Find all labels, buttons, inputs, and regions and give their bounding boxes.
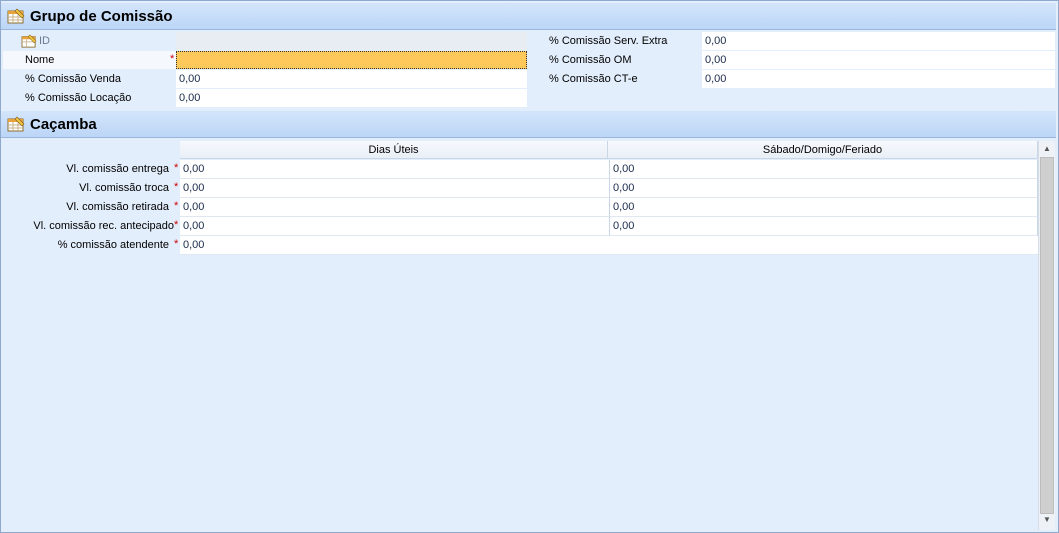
cte-label: % Comissão CT-e xyxy=(549,73,638,85)
cell-rec-antecipado-dias[interactable]: 0,00 xyxy=(180,217,610,236)
locacao-label: % Comissão Locação xyxy=(25,92,132,104)
cell-entrega-sabado[interactable]: 0,00 xyxy=(610,160,1038,179)
serv-extra-input[interactable]: 0,00 xyxy=(702,32,1055,50)
nome-input[interactable] xyxy=(176,51,527,69)
venda-input[interactable]: 0,00 xyxy=(176,70,527,88)
venda-label: % Comissão Venda xyxy=(25,73,121,85)
section-header-cacamba: Caçamba xyxy=(1,111,1056,138)
scrollbar-thumb[interactable] xyxy=(1040,157,1054,514)
cell-troca-sabado[interactable]: 0,00 xyxy=(610,179,1038,198)
row-label-rec-antecipado: Vl. comissão rec. antecipado xyxy=(33,220,174,232)
vertical-scrollbar[interactable]: ▲ ▼ xyxy=(1038,141,1055,530)
cell-rec-antecipado-sabado[interactable]: 0,00 xyxy=(610,217,1038,236)
table-edit-icon xyxy=(7,8,25,24)
table-edit-icon xyxy=(7,116,25,132)
row-label-retirada: Vl. comissão retirada xyxy=(66,201,169,213)
table-edit-icon xyxy=(21,34,37,48)
serv-extra-label: % Comissão Serv. Extra xyxy=(549,35,668,47)
cell-retirada-sabado[interactable]: 0,00 xyxy=(610,198,1038,217)
cell-retirada-dias[interactable]: 0,00 xyxy=(180,198,610,217)
required-mark: * xyxy=(174,219,179,231)
locacao-input[interactable]: 0,00 xyxy=(176,89,527,107)
id-label: ID xyxy=(39,35,50,47)
required-mark: * xyxy=(174,200,179,212)
required-mark: * xyxy=(174,162,179,174)
row-label-atendente: % comissão atendente xyxy=(57,239,169,251)
id-label-container: ID xyxy=(3,32,176,50)
om-label: % Comissão OM xyxy=(549,54,632,66)
cell-entrega-dias[interactable]: 0,00 xyxy=(180,160,610,179)
scroll-up-icon[interactable]: ▲ xyxy=(1043,144,1051,153)
id-field xyxy=(176,32,527,50)
column-header-dias-uteis[interactable]: Dias Úteis xyxy=(180,141,608,159)
cell-troca-dias[interactable]: 0,00 xyxy=(180,179,610,198)
cte-input[interactable]: 0,00 xyxy=(702,70,1055,88)
cell-atendente[interactable]: 0,00 xyxy=(180,236,1038,255)
nome-label: Nome xyxy=(3,51,176,69)
section-title-cacamba: Caçamba xyxy=(30,116,97,133)
column-header-sabado[interactable]: Sábado/Domigo/Feriado xyxy=(608,141,1038,159)
section-title-grupo: Grupo de Comissão xyxy=(30,8,173,25)
section-header-grupo: Grupo de Comissão xyxy=(1,3,1056,30)
row-label-entrega: Vl. comissão entrega xyxy=(66,163,169,175)
required-mark: * xyxy=(170,53,175,65)
required-mark: * xyxy=(174,181,179,193)
row-label-troca: Vl. comissão troca xyxy=(79,182,169,194)
om-input[interactable]: 0,00 xyxy=(702,51,1055,69)
required-mark: * xyxy=(174,238,179,250)
scroll-down-icon[interactable]: ▼ xyxy=(1043,515,1051,524)
